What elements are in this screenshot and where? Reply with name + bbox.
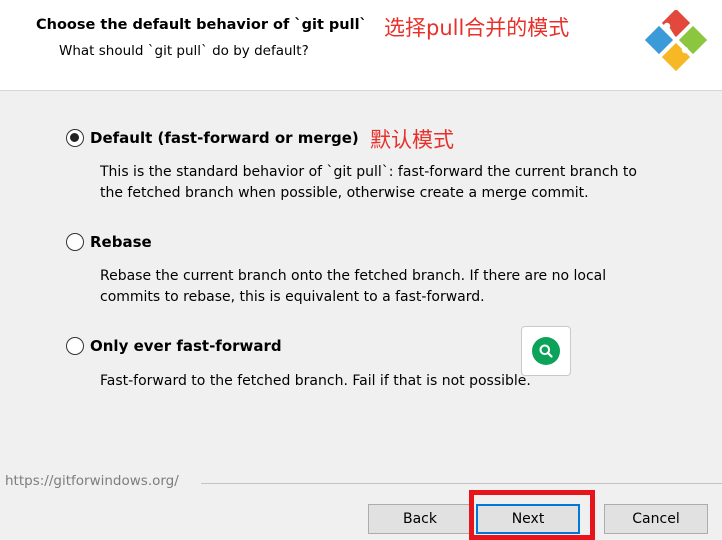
title-annotation: 选择pull合并的模式: [384, 16, 570, 40]
option-default-label: Default (fast-forward or merge): [90, 129, 359, 147]
search-icon: [532, 337, 560, 365]
page-subtitle: What should `git pull` do by default?: [59, 43, 309, 59]
back-button[interactable]: Back: [368, 504, 472, 534]
option-fast-forward-only-label: Only ever fast-forward: [90, 337, 282, 355]
footer-url: https://gitforwindows.org/: [5, 473, 179, 489]
cancel-button[interactable]: Cancel: [604, 504, 708, 534]
wizard-header: Choose the default behavior of `git pull…: [0, 0, 722, 91]
footer-divider: [201, 483, 722, 484]
default-annotation: 默认模式: [370, 128, 454, 152]
description-line: Fast-forward to the fetched branch. Fail…: [100, 373, 531, 389]
option-rebase[interactable]: Rebase: [66, 233, 152, 251]
option-default[interactable]: Default (fast-forward or merge): [66, 129, 359, 147]
next-highlight-box: [469, 490, 595, 540]
option-rebase-label: Rebase: [90, 233, 152, 251]
option-fast-forward-only[interactable]: Only ever fast-forward: [66, 337, 282, 355]
description-line: Rebase the current branch onto the fetch…: [100, 268, 607, 284]
description-line: This is the standard behavior of `git pu…: [100, 164, 637, 180]
option-default-description: This is the standard behavior of `git pu…: [100, 162, 637, 204]
radio-default[interactable]: [66, 129, 84, 147]
radio-rebase[interactable]: [66, 233, 84, 251]
description-line: the fetched branch when possible, otherw…: [100, 185, 589, 201]
page-title: Choose the default behavior of `git pull…: [36, 17, 367, 33]
git-logo-icon: [645, 10, 707, 72]
description-line: commits to rebase, this is equivalent to…: [100, 289, 485, 305]
option-fast-forward-only-description: Fast-forward to the fetched branch. Fail…: [100, 371, 531, 392]
search-button[interactable]: [521, 326, 571, 376]
radio-fast-forward-only[interactable]: [66, 337, 84, 355]
option-rebase-description: Rebase the current branch onto the fetch…: [100, 266, 606, 308]
